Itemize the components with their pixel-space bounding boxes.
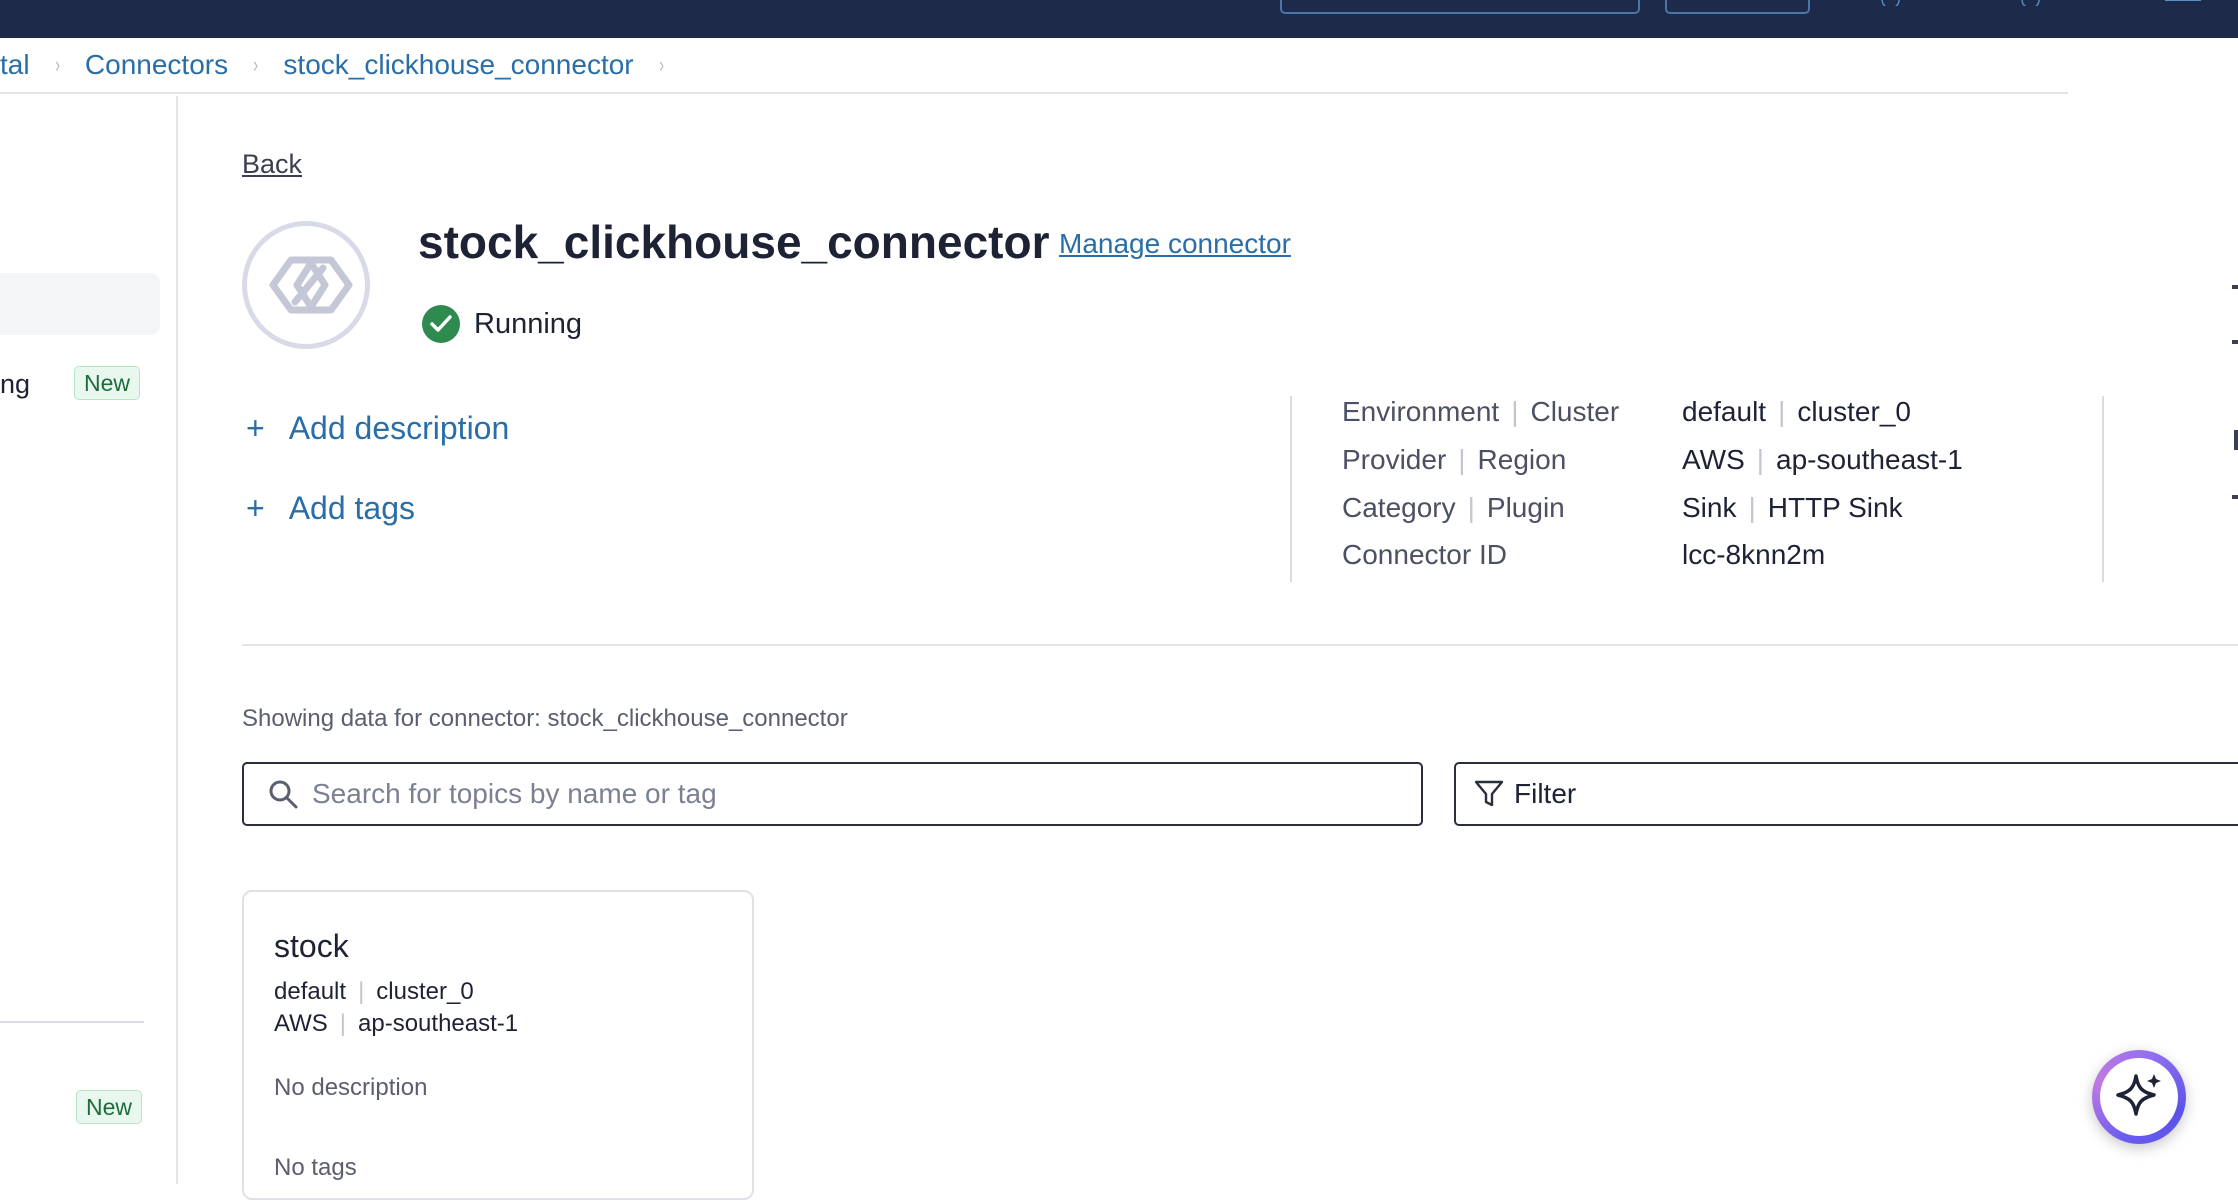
metadata-key: Provider | Region xyxy=(1342,444,1567,475)
back-link[interactable]: Back xyxy=(242,149,302,180)
metadata-key: Environment | Cluster xyxy=(1342,396,1620,427)
topic-name: stock xyxy=(274,928,349,964)
page-title: stock_clickhouse_connector xyxy=(418,216,1050,268)
check-circle-icon xyxy=(422,305,460,343)
search-input[interactable] xyxy=(312,778,1392,810)
topic-provider-region: AWS | ap-southeast-1 xyxy=(274,1010,519,1037)
clipped-panel-fragment xyxy=(2234,430,2238,450)
connector-id-value: lcc-8knn2m xyxy=(1682,539,1826,570)
plus-icon: + xyxy=(246,489,265,526)
connector-metadata: Environment | Cluster default | cluster_0 Pr… xyxy=(1290,396,2104,582)
clipped-panel-fragment xyxy=(2232,340,2238,344)
ai-assistant-button[interactable] xyxy=(2092,1050,2186,1144)
filter-button[interactable]: Filter xyxy=(1454,762,2238,826)
manage-connector-link[interactable]: Manage connector xyxy=(1059,228,1291,260)
clipped-panel-fragment xyxy=(2232,495,2238,499)
metadata-value: AWS | ap-southeast-1 xyxy=(1682,444,1963,475)
topic-search[interactable] xyxy=(242,762,1423,826)
topic-card[interactable]: stock default | cluster_0 AWS | ap-southeast… xyxy=(242,890,754,1200)
section-divider xyxy=(242,644,2238,646)
add-description-button[interactable]: + Add description xyxy=(246,408,509,448)
metadata-value: default | cluster_0 xyxy=(1682,396,1911,427)
connector-logo xyxy=(242,221,370,349)
topic-description: No description xyxy=(274,1074,428,1101)
status-indicator: Running xyxy=(422,304,582,344)
add-tags-label: Add tags xyxy=(288,489,415,526)
status-label: Running xyxy=(474,307,583,340)
metadata-key: Connector ID xyxy=(1342,539,1507,570)
main-content: Back stock_clickhouse_connector Manage c… xyxy=(0,0,2238,1200)
topic-env-cluster: default | cluster_0 xyxy=(274,978,474,1005)
plus-icon: + xyxy=(246,409,265,446)
filter-icon xyxy=(1474,780,1504,807)
add-description-label: Add description xyxy=(288,409,510,446)
showing-data-text: Showing data for connector: stock_clickh… xyxy=(242,705,848,732)
sparkle-icon xyxy=(2116,1074,2161,1116)
connector-icon xyxy=(269,256,353,314)
topic-tags: No tags xyxy=(274,1154,357,1181)
clipped-panel-fragment xyxy=(2232,285,2238,289)
filter-label: Filter xyxy=(1514,778,1577,809)
metadata-value: Sink | HTTP Sink xyxy=(1682,492,1903,523)
add-tags-button[interactable]: + Add tags xyxy=(246,488,415,528)
metadata-key: Category | Plugin xyxy=(1342,492,1565,523)
search-icon xyxy=(269,780,298,809)
